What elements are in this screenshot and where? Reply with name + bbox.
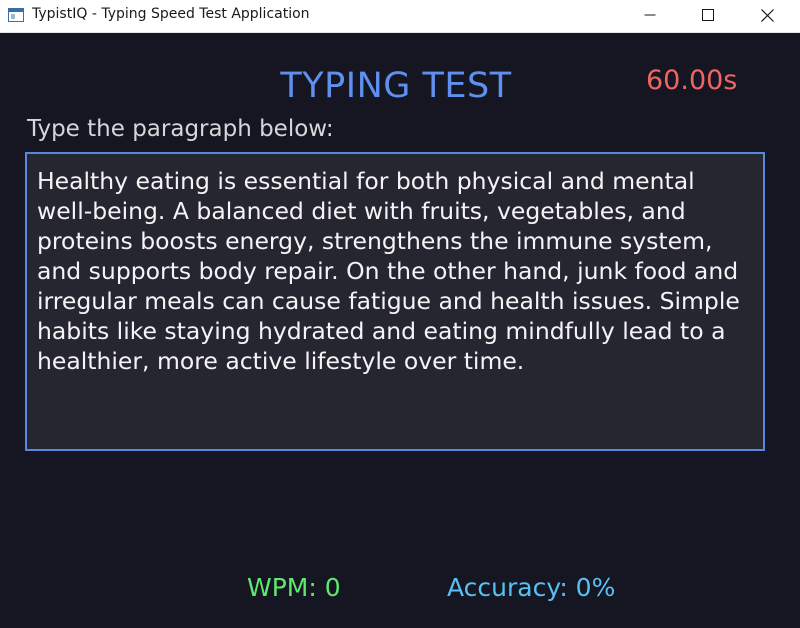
accuracy-stat: Accuracy: 0% (447, 573, 616, 602)
window-title: TypistIQ - Typing Speed Test Application (32, 6, 310, 22)
paragraph-text: Healthy eating is essential for both phy… (37, 167, 740, 375)
wpm-stat: WPM: 0 (247, 573, 341, 602)
countdown-timer: 60.00s (646, 65, 738, 96)
app-client-area: TYPING TEST 60.00s Type the paragraph be… (0, 33, 800, 628)
minimize-icon (644, 14, 656, 16)
minimize-button[interactable] (627, 0, 673, 30)
maximize-icon (702, 9, 714, 21)
window-titlebar[interactable]: TypistIQ - Typing Speed Test Application (0, 0, 800, 33)
maximize-button[interactable] (685, 0, 731, 30)
app-icon (8, 8, 24, 22)
instruction-label: Type the paragraph below: (27, 116, 334, 142)
close-button[interactable] (744, 0, 790, 30)
paragraph-display[interactable]: Healthy eating is essential for both phy… (25, 152, 765, 451)
close-icon (760, 8, 774, 22)
